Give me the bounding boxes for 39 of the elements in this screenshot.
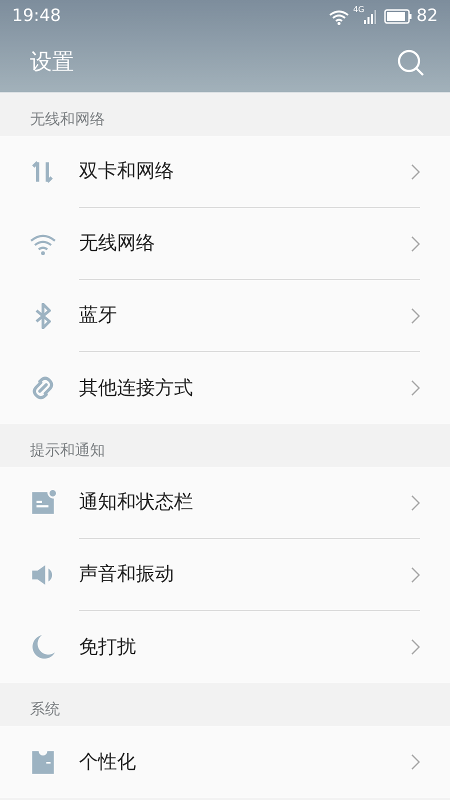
section-header: 提示和通知 (30, 440, 105, 460)
notification-icon (30, 490, 56, 516)
settings-row[interactable]: 免打扰 (0, 611, 450, 683)
chevron-icon (411, 308, 420, 324)
chevron-icon (411, 164, 420, 180)
settings-row[interactable]: 无线网络 (0, 208, 450, 280)
link-icon (30, 375, 56, 401)
chevron-icon (411, 754, 420, 770)
moon-icon (30, 634, 56, 660)
row-label: 双卡和网络 (79, 159, 174, 184)
page-title: 设置 (30, 49, 74, 77)
search-icon[interactable] (397, 48, 425, 76)
chevron-icon (411, 494, 420, 510)
battery-level: 82 (416, 4, 438, 28)
settings-row[interactable]: 其他连接方式 (0, 352, 450, 424)
cell-signal-icon (364, 10, 376, 24)
row-label: 通知和状态栏 (79, 490, 193, 516)
shirt-icon (30, 749, 56, 775)
wifi-signal-icon (329, 8, 350, 24)
row-label: 免打扰 (79, 634, 136, 660)
settings-row[interactable]: 声音和振动 (0, 539, 450, 611)
chevron-icon (411, 380, 420, 396)
status-time: 19:48 (12, 4, 61, 28)
row-label: 无线网络 (79, 231, 155, 256)
chevron-icon (411, 639, 420, 655)
chevron-icon (411, 236, 420, 252)
battery-icon (384, 9, 412, 24)
row-label: 声音和振动 (79, 562, 174, 588)
section-header: 无线和网络 (30, 108, 105, 130)
settings-row[interactable]: 双卡和网络 (0, 136, 450, 208)
section-header: 系统 (30, 698, 60, 720)
network-type: 4G (353, 6, 364, 14)
row-label: 个性化 (79, 750, 136, 775)
settings-row[interactable]: 通知和状态栏 (0, 467, 450, 539)
row-label: 其他连接方式 (79, 376, 193, 401)
chevron-icon (411, 566, 420, 582)
row-label: 蓝牙 (79, 303, 117, 328)
settings-row[interactable]: 个性化 (0, 726, 450, 798)
settings-row[interactable]: 蓝牙 (0, 280, 450, 352)
